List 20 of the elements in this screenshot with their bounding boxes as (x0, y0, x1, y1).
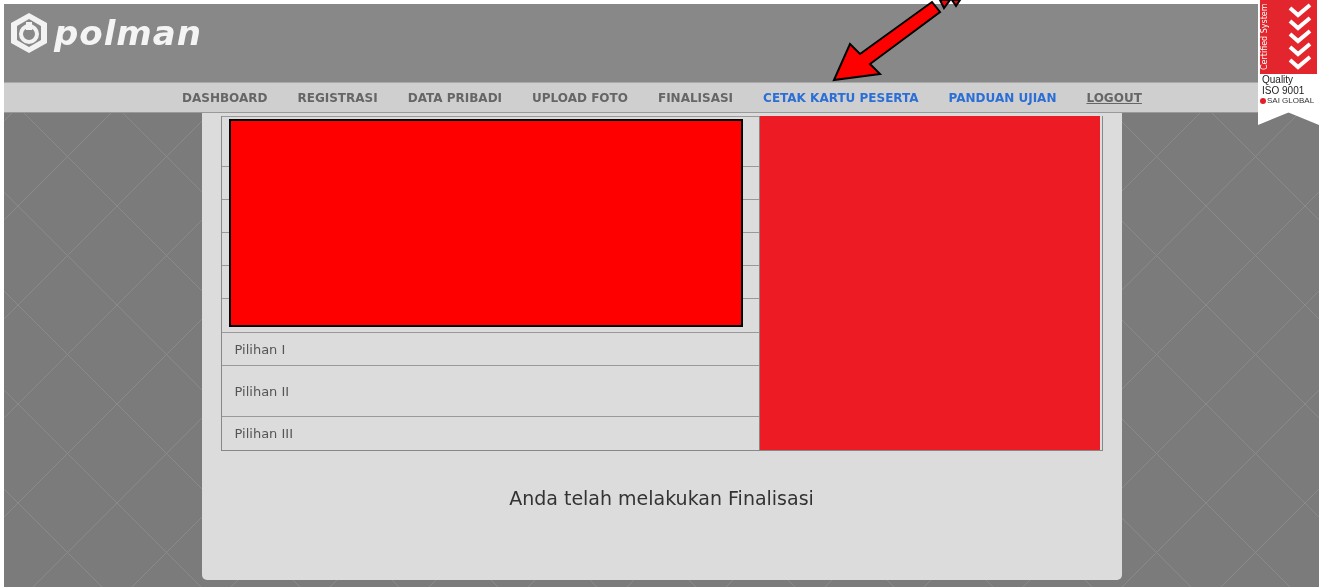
badge-vertical-text: Certified System (1260, 2, 1270, 73)
nav-link[interactable]: CETAK KARTU PESERTA (763, 90, 919, 105)
table-cell-text: Pilihan I (233, 341, 286, 357)
table-cell-text: Pilihan II (233, 383, 290, 399)
nav-link[interactable]: DATA PRIBADI (407, 90, 503, 105)
nav-link[interactable]: DASHBOARD (182, 90, 268, 105)
table-cell-text: Pilihan III (233, 426, 293, 441)
nav-link[interactable]: LOGOUT (1086, 90, 1142, 105)
logo-icon (10, 12, 48, 54)
checkmarks-icon (1288, 2, 1312, 72)
brand-dot-icon (1260, 97, 1266, 104)
badge-text: Quality (1262, 74, 1294, 85)
badge-text: ISO 9001 (1262, 85, 1305, 96)
nav-link[interactable]: PANDUAN UJIAN (948, 90, 1057, 105)
nav-link[interactable]: REGISTRASI (297, 90, 378, 105)
logo-text: polman (54, 13, 202, 53)
nav-link[interactable]: FINALISASI (657, 90, 734, 105)
badge-brand: SAI GLOBAL (1260, 96, 1315, 105)
status-message: Anda telah melakukan Finalisasi (508, 487, 815, 509)
nav-link[interactable]: UPLOAD FOTO (532, 90, 628, 105)
